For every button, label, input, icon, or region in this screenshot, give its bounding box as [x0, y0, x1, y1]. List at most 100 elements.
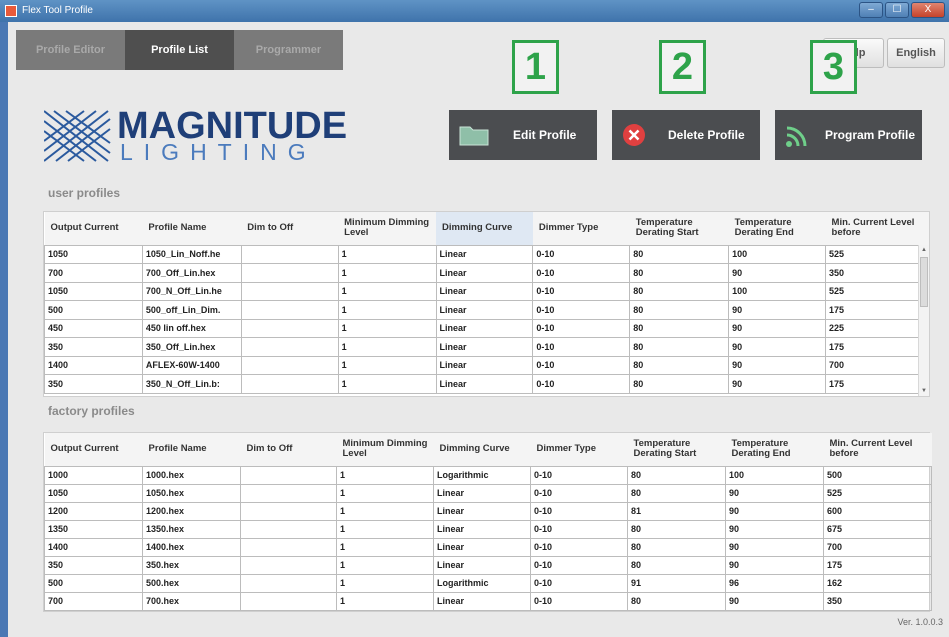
table-row[interactable]: 1200 1200.hex 1 Linear 0-10 81 90 600: [44, 501, 932, 521]
dim-to-off-cell[interactable]: [240, 244, 339, 264]
table-cell[interactable]: 0-10: [530, 573, 628, 593]
program-profile-button[interactable]: Program Profile: [775, 110, 922, 160]
table-cell[interactable]: 90: [725, 591, 824, 611]
column-header[interactable]: Min. Current Level before: [825, 212, 929, 245]
column-header[interactable]: Temperature Derating Start: [629, 212, 729, 245]
table-cell[interactable]: 80: [629, 337, 730, 357]
dim-to-off-cell[interactable]: [240, 591, 337, 611]
column-header[interactable]: Output Current: [44, 433, 143, 466]
dim-to-off-cell[interactable]: [240, 537, 337, 557]
table-cell[interactable]: 350: [44, 337, 143, 357]
column-header[interactable]: Temperature Derating End: [728, 212, 826, 245]
table-cell[interactable]: 175: [823, 555, 932, 575]
dim-to-off-cell[interactable]: [240, 555, 337, 575]
table-cell[interactable]: Linear: [435, 355, 534, 375]
table-cell[interactable]: 600: [823, 501, 932, 521]
table-cell[interactable]: 80: [627, 537, 726, 557]
dim-to-off-cell[interactable]: [240, 318, 339, 338]
table-cell[interactable]: 175: [825, 300, 929, 320]
table-cell[interactable]: 350: [825, 263, 929, 283]
table-cell[interactable]: 1050: [44, 483, 143, 503]
english-button[interactable]: English: [887, 38, 945, 68]
table-cell[interactable]: 1: [337, 318, 437, 338]
table-cell[interactable]: 525: [825, 281, 929, 301]
table-cell[interactable]: 350_Off_Lin.hex: [141, 337, 242, 357]
table-cell[interactable]: 90: [728, 300, 827, 320]
table-cell[interactable]: 525: [823, 483, 932, 503]
table-row[interactable]: 1050 1050.hex 1 Linear 0-10 80 90 525: [44, 483, 932, 503]
table-cell[interactable]: 700: [44, 591, 143, 611]
table-cell[interactable]: 675: [823, 519, 932, 539]
table-cell[interactable]: 0-10: [530, 591, 628, 611]
table-cell[interactable]: Linear: [435, 337, 534, 357]
table-cell[interactable]: 175: [825, 337, 929, 357]
table-cell[interactable]: 90: [725, 555, 824, 575]
table-cell[interactable]: Linear: [435, 300, 534, 320]
column-header[interactable]: Temperature Derating End: [725, 433, 824, 466]
scroll-down-icon[interactable]: ▼: [919, 386, 929, 396]
dim-to-off-cell[interactable]: [240, 483, 337, 503]
table-cell[interactable]: Linear: [435, 281, 534, 301]
table-row[interactable]: 700 700.hex 1 Linear 0-10 80 90 350: [44, 591, 932, 611]
table-cell[interactable]: 175: [825, 374, 929, 394]
close-button[interactable]: X: [911, 2, 945, 18]
table-cell[interactable]: 80: [629, 300, 730, 320]
table-cell[interactable]: 90: [728, 374, 827, 394]
table-cell[interactable]: 80: [627, 555, 726, 575]
column-header[interactable]: Minimum Dimming Level: [336, 433, 434, 466]
column-header[interactable]: Dimmer Type: [532, 212, 630, 245]
table-cell[interactable]: 525: [825, 244, 929, 264]
column-header[interactable]: Min. Current Level before: [823, 433, 932, 466]
table-cell[interactable]: Logarithmic: [433, 573, 531, 593]
table-cell[interactable]: 1: [336, 591, 434, 611]
table-cell[interactable]: 1400.hex: [142, 537, 241, 557]
table-cell[interactable]: 0-10: [532, 244, 631, 264]
table-row[interactable]: 350 350_N_Off_Lin.b: 1 Linear 0-10 80 90 175: [44, 374, 929, 394]
table-cell[interactable]: 350: [44, 555, 143, 575]
table-cell[interactable]: 0-10: [532, 355, 631, 375]
table-cell[interactable]: 1: [336, 573, 434, 593]
column-header[interactable]: Profile Name: [142, 433, 241, 466]
table-cell[interactable]: 1: [337, 300, 437, 320]
table-cell[interactable]: 1: [336, 555, 434, 575]
table-cell[interactable]: 80: [629, 318, 730, 338]
table-cell[interactable]: 80: [629, 244, 730, 264]
table-cell[interactable]: Linear: [433, 591, 531, 611]
table-cell[interactable]: 1050: [44, 281, 143, 301]
table-cell[interactable]: 1050: [44, 244, 143, 264]
table-cell[interactable]: Linear: [433, 537, 531, 557]
table-cell[interactable]: 80: [629, 374, 730, 394]
table-cell[interactable]: 80: [627, 591, 726, 611]
table-cell[interactable]: 1: [337, 374, 437, 394]
table-cell[interactable]: 1: [337, 337, 437, 357]
table-cell[interactable]: 500.hex: [142, 573, 241, 593]
table-cell[interactable]: 90: [728, 355, 827, 375]
table-cell[interactable]: 90: [728, 337, 827, 357]
dim-to-off-cell[interactable]: [240, 374, 339, 394]
table-cell[interactable]: 0-10: [530, 537, 628, 557]
table-cell[interactable]: 700.hex: [142, 591, 241, 611]
table-row[interactable]: 1400 1400.hex 1 Linear 0-10 80 90 700: [44, 537, 932, 557]
table-cell[interactable]: 81: [627, 501, 726, 521]
table-cell[interactable]: AFLEX-60W-1400: [141, 355, 242, 375]
column-header[interactable]: Dimming Curve: [433, 433, 531, 466]
table-cell[interactable]: 700: [823, 537, 932, 557]
table-cell[interactable]: Linear: [433, 519, 531, 539]
table-cell[interactable]: 1: [337, 281, 437, 301]
column-header[interactable]: Output Current: [44, 212, 143, 245]
table-cell[interactable]: 0-10: [532, 374, 631, 394]
table-cell[interactable]: Linear: [435, 374, 534, 394]
column-header[interactable]: Temperature Derating Start: [627, 433, 726, 466]
table-cell[interactable]: 700: [825, 355, 929, 375]
table-cell[interactable]: 1400: [44, 355, 143, 375]
table-cell[interactable]: 450 lin off.hex: [141, 318, 242, 338]
dim-to-off-cell[interactable]: [240, 355, 339, 375]
table-cell[interactable]: Linear: [433, 483, 531, 503]
table-cell[interactable]: 0-10: [532, 281, 631, 301]
table-cell[interactable]: 1: [337, 355, 437, 375]
table-row[interactable]: 350 350_Off_Lin.hex 1 Linear 0-10 80 90 175: [44, 337, 929, 357]
dim-to-off-cell[interactable]: [240, 300, 339, 320]
tab-profile-editor[interactable]: Profile Editor: [16, 30, 125, 70]
table-cell[interactable]: 225: [825, 318, 929, 338]
table-cell[interactable]: 1350.hex: [142, 519, 241, 539]
